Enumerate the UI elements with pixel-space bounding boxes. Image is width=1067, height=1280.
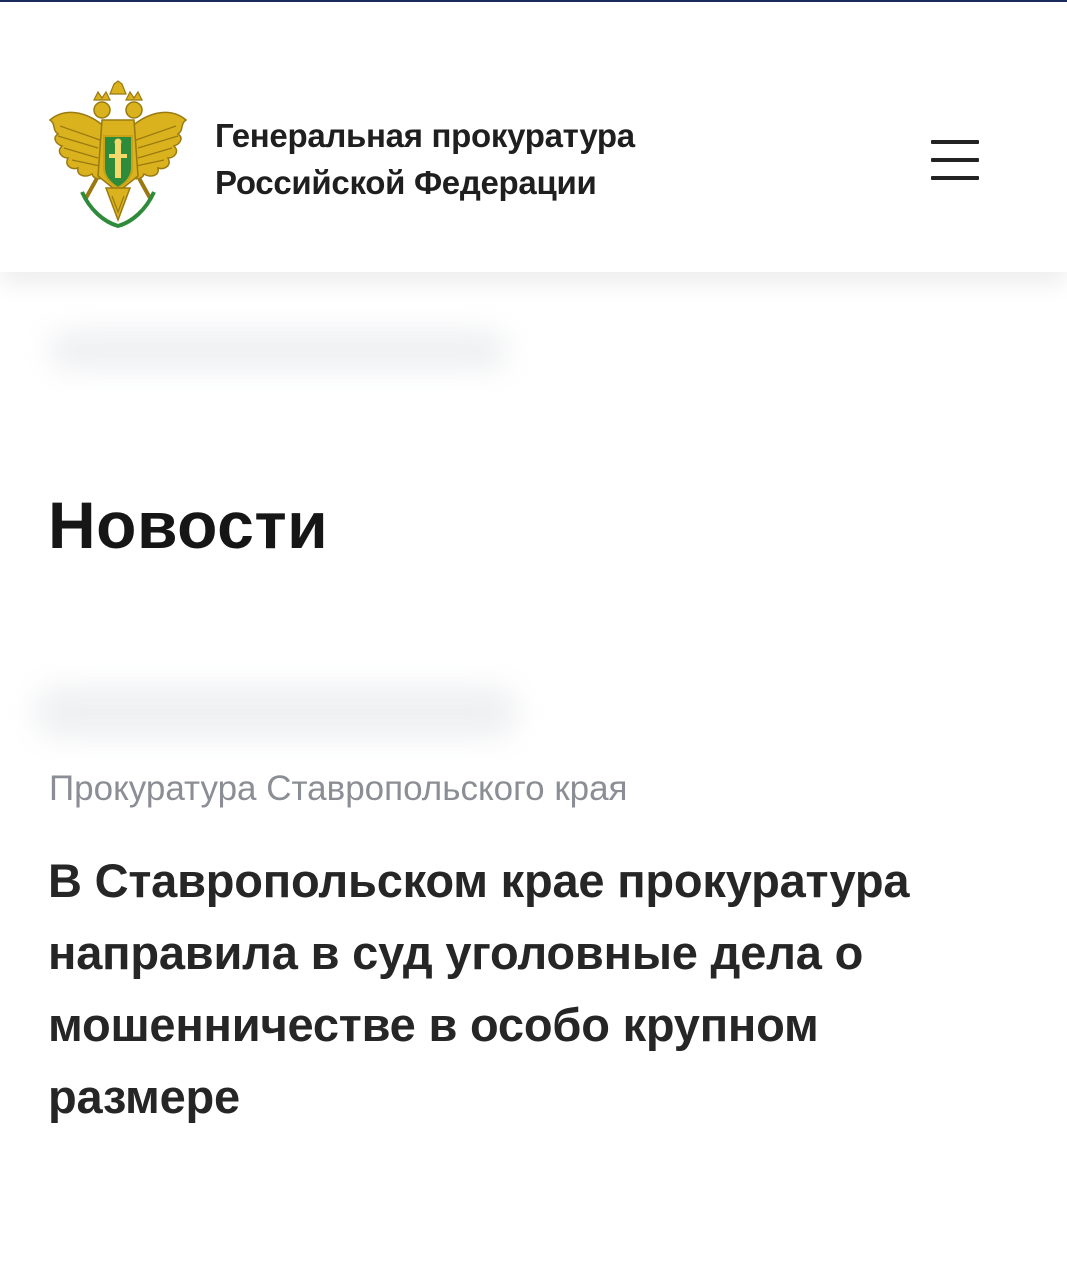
news-headline-line: размере bbox=[48, 1070, 240, 1123]
site-header: Генеральная прокуратура Российской Федер… bbox=[0, 2, 1067, 272]
news-headline-link[interactable]: В Ставропольском крае прокуратура направ… bbox=[48, 845, 1028, 1133]
blurred-breadcrumb-placeholder bbox=[48, 330, 508, 370]
organization-name-line-1: Генеральная прокуратура bbox=[215, 117, 635, 154]
organization-name[interactable]: Генеральная прокуратура Российской Федер… bbox=[215, 112, 735, 206]
blurred-date-placeholder bbox=[34, 686, 518, 738]
organization-name-line-2: Российской Федерации bbox=[215, 164, 597, 201]
site-logo[interactable] bbox=[46, 80, 190, 232]
news-headline-line: направила в суд уголовные дела о bbox=[48, 926, 864, 979]
news-source[interactable]: Прокуратура Ставропольского края bbox=[49, 764, 628, 814]
news-headline-line: В Ставропольском крае прокуратура bbox=[48, 854, 910, 907]
menu-button[interactable] bbox=[922, 132, 988, 188]
prosecutor-emblem-icon bbox=[48, 80, 188, 229]
news-headline-line: мошенничестве в особо крупном bbox=[48, 998, 819, 1051]
page-title: Новости bbox=[48, 488, 329, 562]
